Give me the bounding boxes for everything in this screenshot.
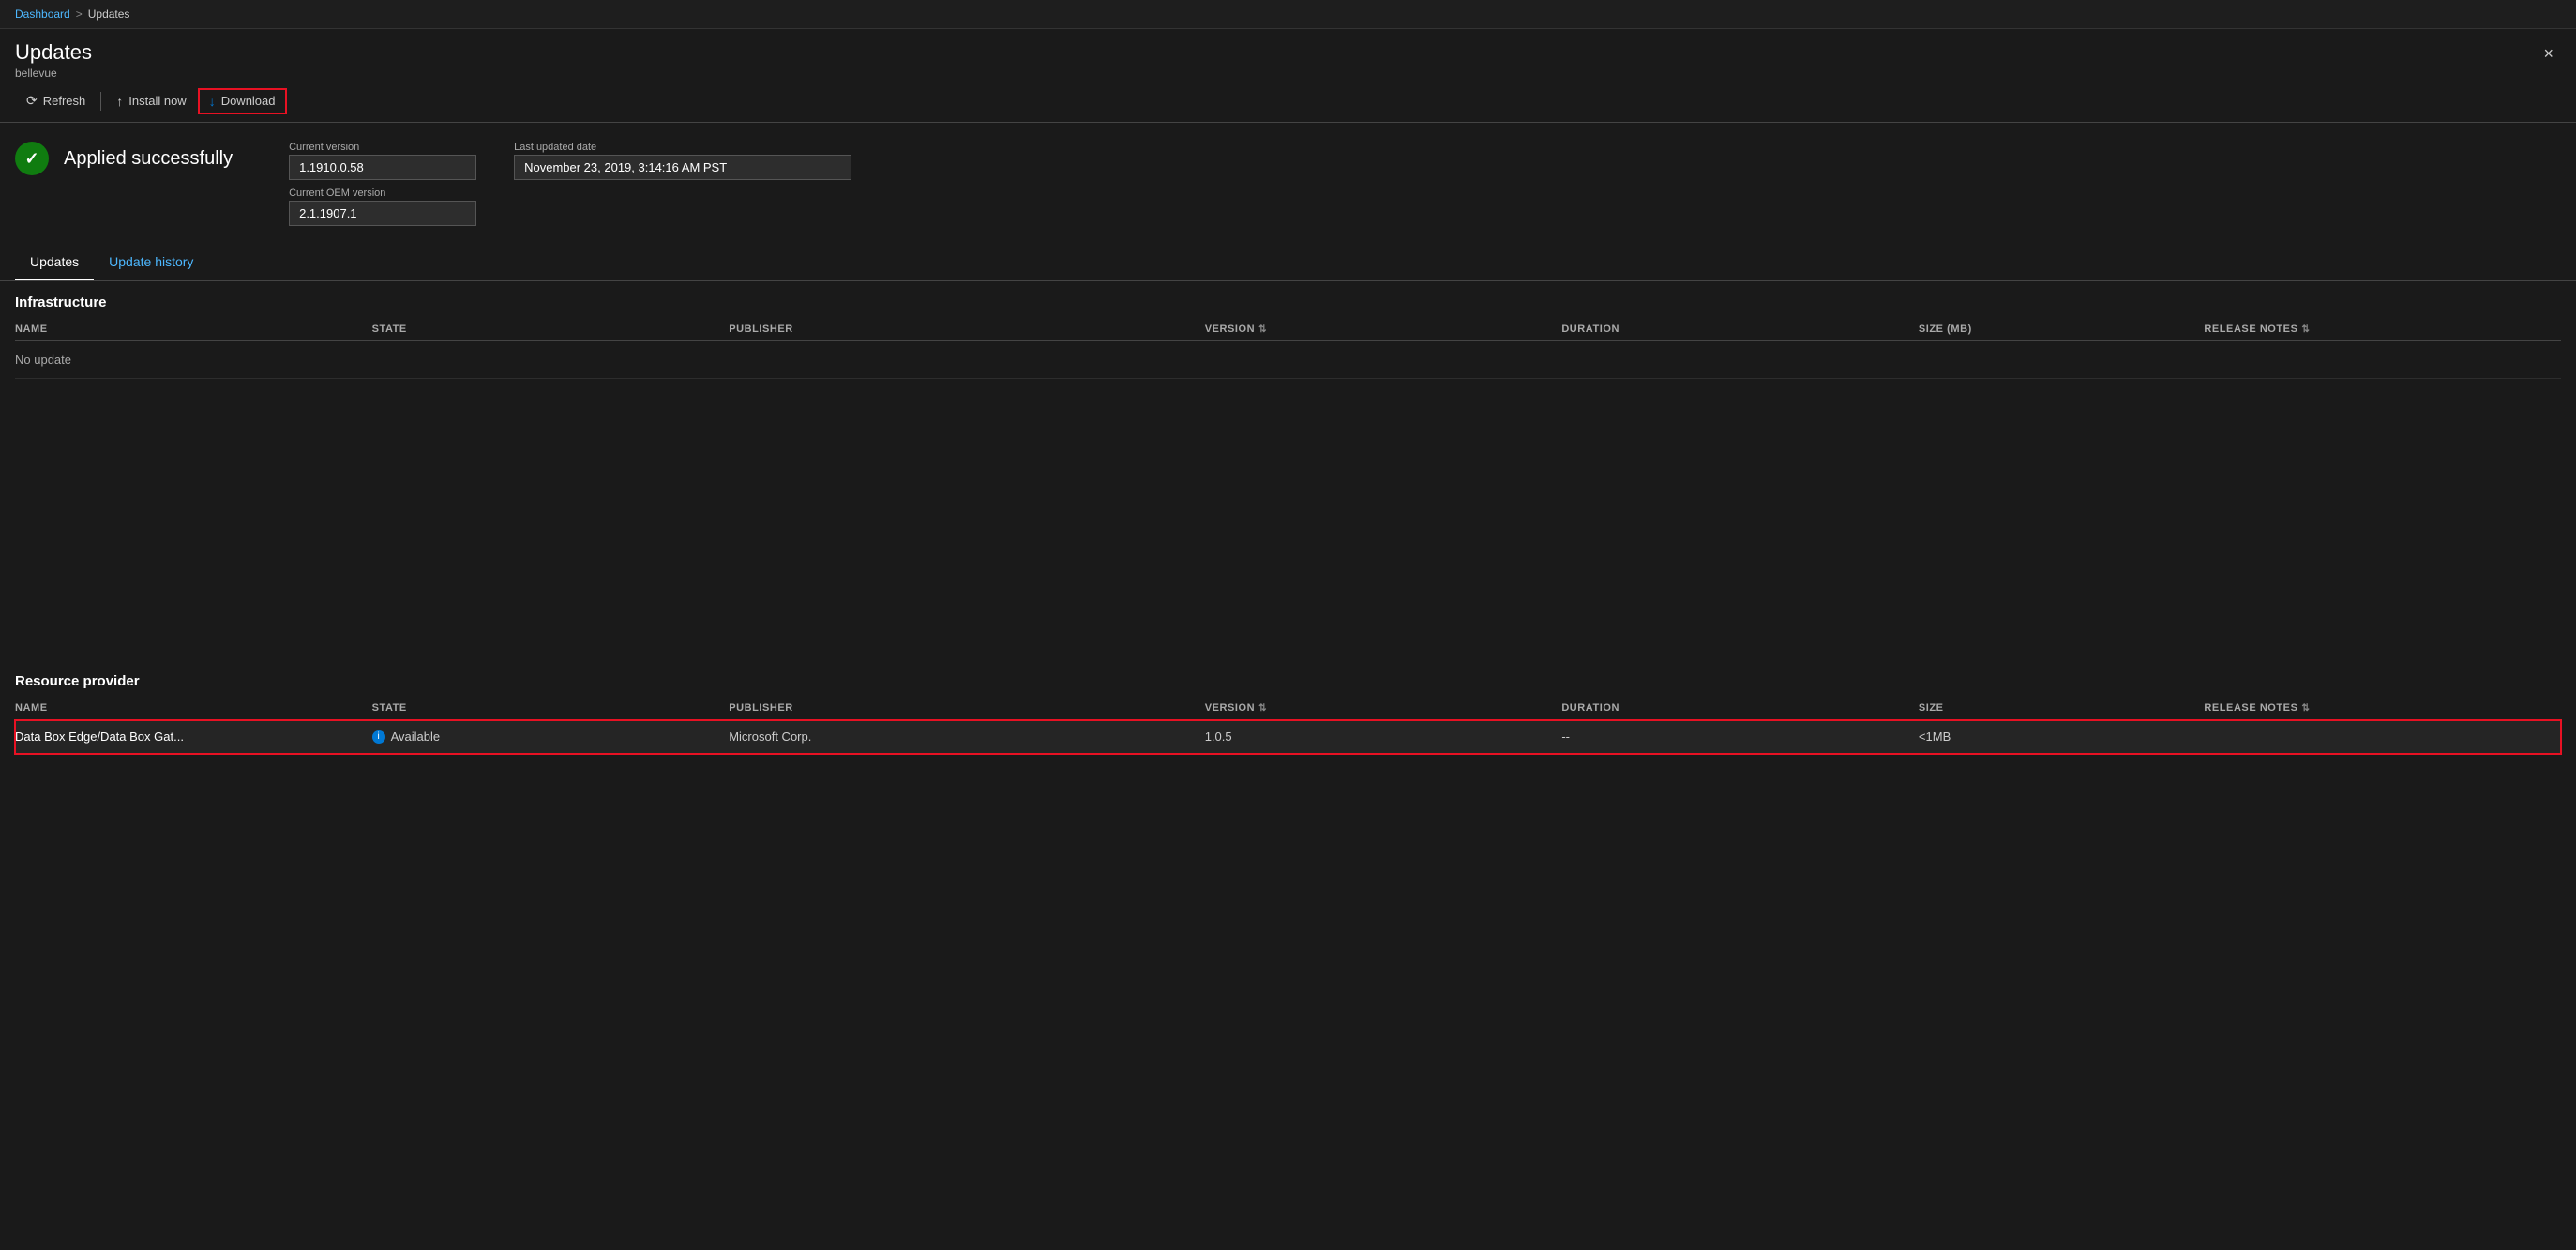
breadcrumb-current: Updates [88,8,130,21]
version-fields: Current version 1.1910.0.58 Current OEM … [289,142,476,226]
download-label: Download [221,94,276,108]
infrastructure-table-header: NAME STATE PUBLISHER VERSION ⇅ DURATION … [15,318,2561,341]
th-rp-size[interactable]: SIZE [1919,702,2204,714]
toolbar: ⟳ Refresh ↑ Install now ↓ Download [0,80,2576,123]
refresh-label: Refresh [43,94,86,108]
release-sort-icon: ⇅ [2301,324,2310,335]
breadcrumb: Dashboard > Updates [0,0,2576,29]
rp-row-state: i Available [372,730,730,744]
date-fields: Last updated date November 23, 2019, 3:1… [514,142,851,226]
rp-row-version: 1.0.5 [1205,730,1562,744]
tab-update-history[interactable]: Update history [94,245,208,280]
th-rp-release[interactable]: RELEASE NOTES ⇅ [2204,702,2561,714]
page-header: Updates bellevue × [0,29,2576,80]
close-button[interactable]: × [2536,40,2561,68]
page-title: Updates [15,40,92,65]
install-label: Install now [128,94,186,108]
status-text: Applied successfully [64,148,233,170]
status-icon: ✓ [15,142,49,175]
th-rp-duration[interactable]: DURATION [1561,702,1919,714]
breadcrumb-parent[interactable]: Dashboard [15,8,70,21]
resource-table-header: NAME STATE PUBLISHER VERSION ⇅ DURATION … [15,697,2561,720]
infrastructure-empty-message: No update [15,341,2561,379]
page-subtitle: bellevue [15,67,92,80]
download-button[interactable]: ↓ Download [198,88,287,114]
th-infra-release[interactable]: RELEASE NOTES ⇅ [2204,324,2561,335]
rp-row-size: <1MB [1919,730,2204,744]
rp-version-sort-icon: ⇅ [1258,703,1267,714]
breadcrumb-separator: > [76,8,83,21]
download-icon: ↓ [209,94,216,109]
status-section: ✓ Applied successfully Current version 1… [0,123,2576,245]
header-left: Updates bellevue [15,40,92,80]
resource-provider-section: Resource provider NAME STATE PUBLISHER V… [15,660,2561,754]
rp-row-publisher: Microsoft Corp. [729,730,1204,744]
rp-release-sort-icon: ⇅ [2301,703,2310,714]
oem-version-value: 2.1.1907.1 [289,201,476,226]
infrastructure-section: Infrastructure NAME STATE PUBLISHER VERS… [15,281,2561,379]
rp-row-duration: -- [1561,730,1919,744]
version-sort-icon: ⇅ [1258,324,1267,335]
status-fields-row: Current version 1.1910.0.58 Current OEM … [289,142,851,226]
rp-row-state-text: Available [391,730,441,744]
last-updated-label: Last updated date [514,142,851,153]
oem-version-group: Current OEM version 2.1.1907.1 [289,188,476,226]
th-infra-name[interactable]: NAME [15,324,372,335]
install-icon: ↑ [116,94,123,109]
last-updated-group: Last updated date November 23, 2019, 3:1… [514,142,851,180]
th-rp-version[interactable]: VERSION ⇅ [1205,702,1562,714]
oem-version-label: Current OEM version [289,188,476,199]
th-infra-size[interactable]: SIZE (MB) [1919,324,2204,335]
th-infra-duration[interactable]: DURATION [1561,324,1919,335]
th-rp-publisher[interactable]: PUBLISHER [729,702,1204,714]
toolbar-divider [100,92,101,111]
status-left: ✓ Applied successfully [15,142,233,175]
empty-space [15,379,2561,641]
th-infra-version[interactable]: VERSION ⇅ [1205,324,1562,335]
infrastructure-title: Infrastructure [15,281,2561,318]
rp-row-name: Data Box Edge/Data Box Gat... [15,730,372,744]
tab-updates[interactable]: Updates [15,245,94,280]
th-rp-name[interactable]: NAME [15,702,372,714]
refresh-icon: ⟳ [26,93,38,109]
main-content: Infrastructure NAME STATE PUBLISHER VERS… [0,281,2576,754]
tabs-container: Updates Update history [0,245,2576,281]
refresh-button[interactable]: ⟳ Refresh [15,87,97,114]
available-icon: i [372,730,385,744]
th-infra-publisher[interactable]: PUBLISHER [729,324,1204,335]
th-rp-state[interactable]: STATE [372,702,730,714]
current-version-group: Current version 1.1910.0.58 [289,142,476,180]
resource-provider-row[interactable]: Data Box Edge/Data Box Gat... i Availabl… [15,720,2561,754]
th-infra-state[interactable]: STATE [372,324,730,335]
current-version-value: 1.1910.0.58 [289,155,476,180]
resource-provider-title: Resource provider [15,660,2561,697]
install-button[interactable]: ↑ Install now [105,88,197,114]
last-updated-value: November 23, 2019, 3:14:16 AM PST [514,155,851,180]
current-version-label: Current version [289,142,476,153]
checkmark-icon: ✓ [24,149,38,169]
